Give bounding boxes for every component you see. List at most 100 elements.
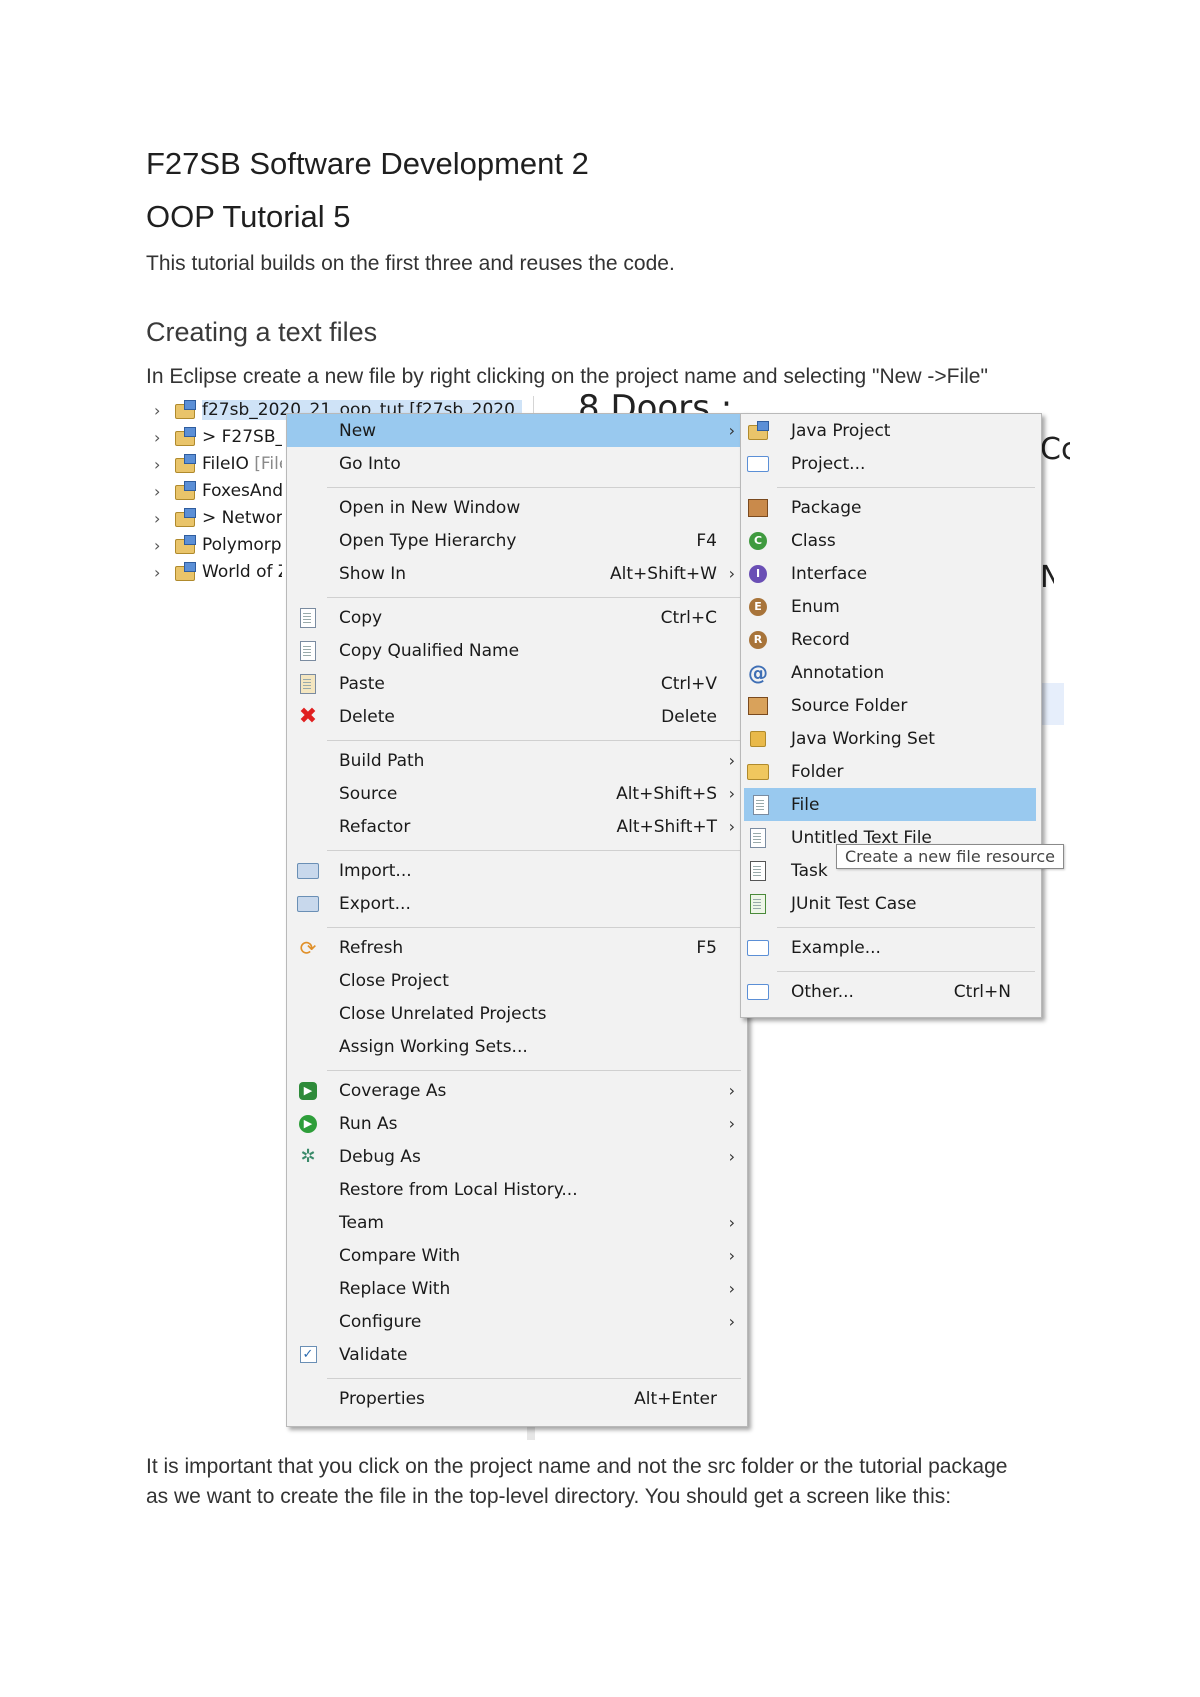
menu-item-coverage-as[interactable]: ▶ Coverage As › bbox=[287, 1074, 747, 1107]
chevron-right-icon[interactable]: › bbox=[154, 482, 170, 501]
submenu-item-record[interactable]: R Record bbox=[741, 623, 1041, 656]
menu-item-new[interactable]: New › bbox=[287, 414, 747, 447]
submenu-item-junit-test-case[interactable]: JUnit Test Case bbox=[741, 887, 1041, 920]
tree-item-label: > F27SB_C bbox=[202, 427, 282, 447]
delete-icon: ✖ bbox=[298, 703, 318, 729]
menu-item-source[interactable]: Source Alt+Shift+S › bbox=[287, 777, 747, 810]
chevron-right-icon[interactable]: › bbox=[154, 455, 170, 474]
tree-item-project[interactable]: › FoxesAnd bbox=[154, 478, 282, 504]
submenu-item-other[interactable]: Other... Ctrl+N bbox=[741, 975, 1041, 1008]
chevron-right-icon[interactable]: › bbox=[154, 428, 170, 447]
tooltip: Create a new file resource bbox=[836, 844, 1064, 869]
menu-item-run-as[interactable]: ▶ Run As › bbox=[287, 1107, 747, 1140]
tree-item-label: FileIO bbox=[202, 454, 249, 474]
menu-item-shortcut: F4 bbox=[696, 530, 717, 551]
editor-text-top: 8 Doors : 4 bbox=[578, 388, 740, 414]
menu-item-properties[interactable]: Properties Alt+Enter bbox=[287, 1382, 747, 1415]
menu-separator bbox=[327, 1378, 741, 1379]
menu-item-go-into[interactable]: Go Into bbox=[287, 447, 747, 480]
submenu-item-source-folder[interactable]: Source Folder bbox=[741, 689, 1041, 722]
menu-item-shortcut: Alt+Shift+W bbox=[610, 563, 717, 584]
submenu-item-folder[interactable]: Folder bbox=[741, 755, 1041, 788]
menu-item-import[interactable]: Import... bbox=[287, 854, 747, 887]
tree-item-project[interactable]: › > F27SB_C bbox=[154, 424, 282, 450]
submenu-item-shortcut: Ctrl+N bbox=[953, 981, 1011, 1002]
menu-item-label: New bbox=[339, 420, 377, 441]
menu-item-shortcut: Ctrl+C bbox=[660, 607, 717, 628]
submenu-item-interface[interactable]: I Interface bbox=[741, 557, 1041, 590]
enum-icon: E bbox=[747, 596, 769, 618]
menu-item-configure[interactable]: Configure › bbox=[287, 1305, 747, 1338]
menu-item-open-type-hierarchy[interactable]: Open Type Hierarchy F4 bbox=[287, 524, 747, 557]
menu-item-delete[interactable]: ✖ Delete Delete bbox=[287, 700, 747, 733]
menu-item-validate[interactable]: ✓ Validate bbox=[287, 1338, 747, 1371]
submenu-item-project[interactable]: Project... bbox=[741, 447, 1041, 480]
menu-separator bbox=[777, 971, 1035, 972]
chevron-right-icon[interactable]: › bbox=[154, 536, 170, 555]
tree-item-project[interactable]: › FileIO [File bbox=[154, 451, 282, 477]
tree-item-project[interactable]: › > Network bbox=[154, 505, 282, 531]
menu-item-close-unrelated[interactable]: Close Unrelated Projects bbox=[287, 997, 747, 1030]
tree-item-project[interactable]: › World of Z bbox=[154, 559, 282, 585]
menu-item-label: Refactor bbox=[339, 816, 411, 837]
submenu-item-java-working-set[interactable]: Java Working Set bbox=[741, 722, 1041, 755]
refresh-icon: ⟳ bbox=[299, 935, 317, 960]
chevron-right-icon: › bbox=[728, 1147, 735, 1166]
menu-item-paste[interactable]: Paste Ctrl+V bbox=[287, 667, 747, 700]
closing-paragraph-line-2: as we want to create the file in the top… bbox=[146, 1485, 952, 1508]
chevron-right-icon: › bbox=[728, 1114, 735, 1133]
menu-item-copy[interactable]: Copy Ctrl+C bbox=[287, 601, 747, 634]
submenu-item-label: Package bbox=[791, 497, 862, 518]
submenu-item-class[interactable]: C Class bbox=[741, 524, 1041, 557]
tree-item-label: FoxesAnd bbox=[202, 481, 282, 501]
menu-item-close-project[interactable]: Close Project bbox=[287, 964, 747, 997]
tree-item-project[interactable]: › Polymorp bbox=[154, 532, 282, 558]
copy-qualified-icon bbox=[297, 640, 319, 662]
menu-item-label: Delete bbox=[339, 706, 395, 727]
tree-item-suffix: [File bbox=[254, 454, 282, 474]
menu-item-compare-with[interactable]: Compare With › bbox=[287, 1239, 747, 1272]
menu-item-refresh[interactable]: ⟳ Refresh F5 bbox=[287, 931, 747, 964]
submenu-item-java-project[interactable]: Java Project bbox=[741, 414, 1041, 447]
chevron-right-icon[interactable]: › bbox=[154, 563, 170, 582]
document-subtitle: OOP Tutorial 5 bbox=[146, 199, 351, 234]
menu-item-refactor[interactable]: Refactor Alt+Shift+T › bbox=[287, 810, 747, 843]
menu-item-label: Copy Qualified Name bbox=[339, 640, 520, 661]
menu-item-export[interactable]: Export... bbox=[287, 887, 747, 920]
submenu-item-label: Interface bbox=[791, 563, 868, 584]
menu-separator bbox=[327, 850, 741, 851]
menu-item-shortcut: Alt+Enter bbox=[634, 1388, 717, 1409]
java-project-icon bbox=[174, 400, 196, 420]
coverage-icon: ▶ bbox=[297, 1080, 319, 1102]
chevron-right-icon[interactable]: › bbox=[154, 509, 170, 528]
document-title: F27SB Software Development 2 bbox=[146, 146, 589, 181]
submenu-item-annotation[interactable]: @ Annotation bbox=[741, 656, 1041, 689]
menu-item-restore-history[interactable]: Restore from Local History... bbox=[287, 1173, 747, 1206]
menu-item-label: Build Path bbox=[339, 750, 425, 771]
submenu-item-enum[interactable]: E Enum bbox=[741, 590, 1041, 623]
java-project-icon bbox=[174, 427, 196, 447]
menu-item-shortcut: Ctrl+V bbox=[660, 673, 717, 694]
java-project-icon bbox=[747, 420, 769, 442]
run-icon: ▶ bbox=[297, 1113, 319, 1135]
package-icon bbox=[747, 497, 769, 519]
menu-item-open-new-window[interactable]: Open in New Window bbox=[287, 491, 747, 524]
submenu-item-example[interactable]: Example... bbox=[741, 931, 1041, 964]
menu-item-show-in[interactable]: Show In Alt+Shift+W › bbox=[287, 557, 747, 590]
junit-icon bbox=[747, 893, 769, 915]
menu-item-copy-qualified-name[interactable]: Copy Qualified Name bbox=[287, 634, 747, 667]
submenu-item-label: Folder bbox=[791, 761, 844, 782]
menu-item-team[interactable]: Team › bbox=[287, 1206, 747, 1239]
submenu-item-package[interactable]: Package bbox=[741, 491, 1041, 524]
menu-item-assign-working-sets[interactable]: Assign Working Sets... bbox=[287, 1030, 747, 1063]
java-project-icon bbox=[174, 508, 196, 528]
menu-item-debug-as[interactable]: ✲ Debug As › bbox=[287, 1140, 747, 1173]
menu-item-label: Debug As bbox=[339, 1146, 421, 1167]
submenu-item-file[interactable]: File bbox=[744, 788, 1036, 821]
menu-item-replace-with[interactable]: Replace With › bbox=[287, 1272, 747, 1305]
chevron-right-icon[interactable]: › bbox=[154, 401, 170, 420]
menu-item-build-path[interactable]: Build Path › bbox=[287, 744, 747, 777]
menu-item-label: Open in New Window bbox=[339, 497, 521, 518]
tree-item-label: World of Z bbox=[202, 562, 282, 582]
paste-icon bbox=[297, 673, 319, 695]
